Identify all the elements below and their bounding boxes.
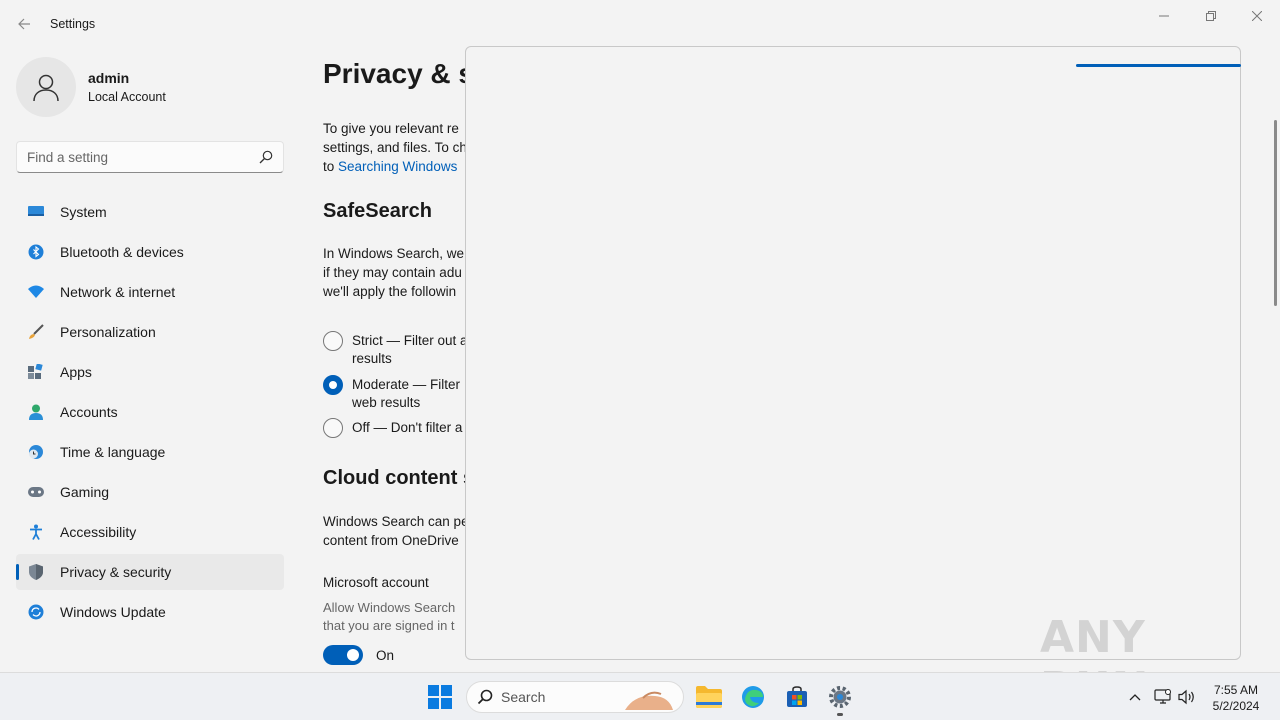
- shield-icon: [28, 564, 44, 580]
- sidebar-item-label: Gaming: [60, 484, 110, 500]
- show-hidden-icons-button[interactable]: [1124, 687, 1146, 707]
- sidebar-item-label: Personalization: [60, 324, 156, 340]
- store-icon: [787, 686, 807, 707]
- radio-button[interactable]: [323, 418, 343, 438]
- radio-label: Off — Don't filter a: [352, 420, 463, 435]
- clock-time: 7:55 AM: [1213, 683, 1259, 697]
- sidebar-item-network[interactable]: Network & internet: [16, 274, 284, 310]
- settings-taskbar-button[interactable]: [820, 681, 860, 713]
- search-icon: [477, 689, 493, 705]
- sidebar-item-label: Accounts: [60, 404, 118, 420]
- sidebar-item-label: System: [60, 204, 107, 220]
- monitor-icon: [28, 204, 44, 220]
- sidebar-item-time-language[interactable]: Time & language: [16, 434, 284, 470]
- radio-off[interactable]: Off — Don't filter a: [323, 418, 462, 438]
- sidebar-item-label: Network & internet: [60, 284, 176, 300]
- sidebar-item-privacy-security[interactable]: Privacy & security: [16, 554, 284, 590]
- taskbar-search-input[interactable]: [501, 689, 621, 705]
- person-icon: [28, 404, 44, 420]
- sidebar-item-apps[interactable]: Apps: [16, 354, 284, 390]
- gamepad-icon: [28, 484, 44, 500]
- back-button[interactable]: [12, 12, 36, 36]
- chevron-up-icon: [1129, 694, 1141, 701]
- windows-logo-icon: [428, 685, 452, 709]
- file-explorer-button[interactable]: [689, 681, 729, 713]
- network-tray-button[interactable]: [1152, 687, 1174, 707]
- brush-icon: [28, 324, 44, 340]
- radio-label: Strict — Filter out a: [352, 333, 468, 348]
- radio-label: web results: [352, 395, 421, 410]
- radio-strict[interactable]: Strict — Filter out a results: [323, 331, 468, 368]
- radio-label: results: [352, 351, 392, 366]
- sidebar-item-label: Accessibility: [60, 524, 137, 540]
- scrollbar-thumb[interactable]: [1274, 120, 1277, 306]
- volume-tray-button[interactable]: [1176, 687, 1198, 707]
- anyrun-watermark: ANY RUN: [1040, 612, 1235, 714]
- find-setting-box[interactable]: [16, 141, 284, 173]
- sidebar-nav: System Bluetooth & devices Network & int…: [16, 194, 284, 634]
- sidebar-item-label: Privacy & security: [60, 564, 172, 580]
- active-app-indicator: [837, 713, 843, 716]
- microsoft-account-label: Microsoft account: [323, 575, 429, 590]
- search-icon: [259, 150, 273, 164]
- searching-windows-link[interactable]: Searching Windows: [338, 159, 457, 174]
- start-button[interactable]: [420, 681, 460, 713]
- microsoft-store-button[interactable]: [777, 681, 817, 713]
- globe-clock-icon: [28, 444, 44, 460]
- profile-account-type: Local Account: [88, 90, 166, 104]
- clock-date: 5/2/2024: [1212, 699, 1260, 713]
- taskbar-clock[interactable]: 7:55 AM 5/2/2024: [1204, 682, 1268, 714]
- network-icon: [1154, 689, 1171, 704]
- toggle-state-label: On: [376, 648, 395, 663]
- sidebar-item-label: Apps: [60, 364, 92, 380]
- radio-button[interactable]: [323, 331, 343, 351]
- safesearch-heading: SafeSearch: [323, 200, 432, 222]
- folder-icon: [696, 686, 722, 708]
- profile-name: admin: [88, 70, 130, 86]
- person-icon: [33, 74, 59, 102]
- cloud-content-heading: Cloud content s: [323, 467, 475, 489]
- sidebar-item-label: Windows Update: [60, 604, 166, 620]
- speaker-icon: [1178, 689, 1194, 705]
- sidebar-item-gaming[interactable]: Gaming: [16, 474, 284, 510]
- back-arrow-icon: [18, 18, 30, 30]
- apps-icon: [28, 364, 44, 380]
- sidebar-item-personalization[interactable]: Personalization: [16, 314, 284, 350]
- edge-icon: [742, 686, 764, 708]
- search-highlight-icon: [625, 691, 673, 710]
- sidebar-item-bluetooth[interactable]: Bluetooth & devices: [16, 234, 284, 270]
- sidebar-item-accessibility[interactable]: Accessibility: [16, 514, 284, 550]
- loading-dialog: [465, 46, 1241, 660]
- user-profile[interactable]: admin Local Account: [16, 57, 166, 117]
- app-title: Settings: [50, 17, 96, 31]
- sidebar-item-system[interactable]: System: [16, 194, 284, 230]
- wifi-icon: [28, 284, 44, 300]
- avatar: [16, 57, 76, 117]
- microsoft-account-toggle[interactable]: [323, 645, 363, 665]
- taskbar-search[interactable]: [466, 681, 684, 713]
- accessibility-icon: [28, 524, 44, 540]
- sidebar-item-windows-update[interactable]: Windows Update: [16, 594, 284, 630]
- find-setting-input[interactable]: [27, 149, 259, 165]
- gear-icon: [829, 686, 851, 708]
- radio-moderate[interactable]: Moderate — Filter web results: [323, 375, 460, 412]
- taskbar: 7:55 AM 5/2/2024: [0, 672, 1280, 720]
- edge-browser-button[interactable]: [733, 681, 773, 713]
- radio-button[interactable]: [323, 375, 343, 395]
- progress-indicator: [1076, 64, 1241, 67]
- sidebar-item-label: Time & language: [60, 444, 166, 460]
- intro-prefix: to: [323, 159, 339, 174]
- sidebar-item-label: Bluetooth & devices: [60, 244, 184, 260]
- update-icon: [28, 604, 44, 620]
- sidebar-item-accounts[interactable]: Accounts: [16, 394, 284, 430]
- radio-label: Moderate — Filter: [352, 377, 461, 392]
- bluetooth-icon: [28, 244, 44, 260]
